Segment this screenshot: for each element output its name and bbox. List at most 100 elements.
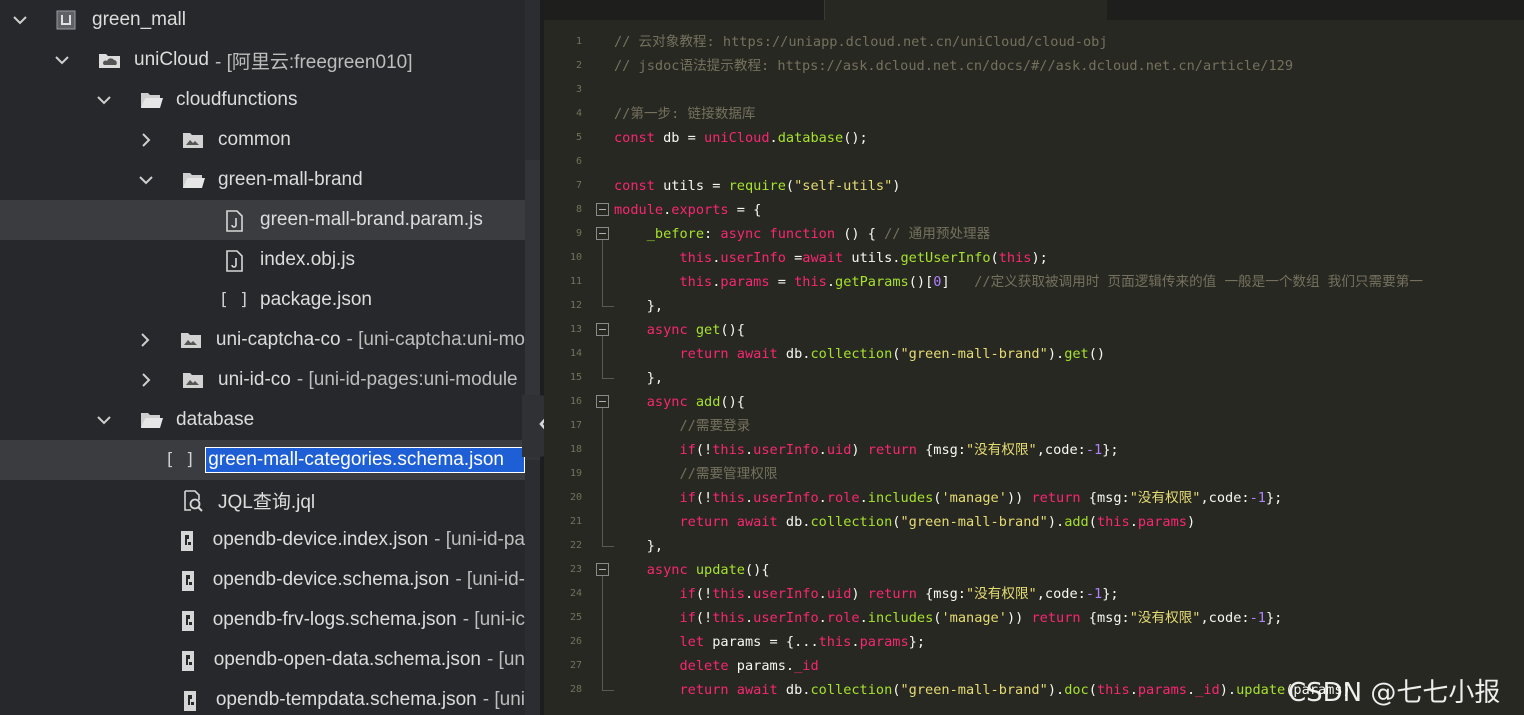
code-line[interactable]: //需要管理权限 <box>614 462 1524 486</box>
code-token: this <box>712 586 745 602</box>
code-token: // jsdoc语法提示教程: https://ask.dcloud.net.c… <box>614 58 1294 74</box>
editor-tab-active[interactable] <box>825 0 1107 20</box>
code-token: //需要登录 <box>679 418 751 434</box>
code-token: . <box>851 634 860 650</box>
tree-item[interactable]: green-mall-brand.param.js <box>0 200 525 240</box>
tree-item[interactable]: common <box>0 120 525 160</box>
tree-item-label: green_mall <box>92 9 186 30</box>
fold-guide <box>602 408 603 546</box>
tree-item[interactable]: [ ] green-mall-categories.schema.json <box>0 440 525 480</box>
tree-item[interactable]: JQL查询.jql <box>0 480 525 520</box>
tree-item-suffix: - [uni-ic <box>462 609 525 630</box>
code-token: (! <box>695 610 713 626</box>
code-token: return <box>679 682 729 698</box>
code-line[interactable] <box>614 150 1524 174</box>
tree-item[interactable]: uniCloud - [阿里云:freegreen010] <box>0 40 525 80</box>
fold-toggle-icon[interactable] <box>596 323 609 336</box>
code-token: ( <box>1088 514 1097 530</box>
code-line[interactable]: const db = uniCloud.database(); <box>614 126 1524 150</box>
tree-item-suffix: - [uni-captcha:uni-mo <box>346 329 525 350</box>
code-token: . <box>1129 682 1138 698</box>
tree-item[interactable]: cloudfunctions <box>0 80 525 120</box>
code-line[interactable]: _before: async function () { // 通用预处理器 <box>614 222 1524 246</box>
code-line[interactable]: this.userInfo =await utils.getUserInfo(t… <box>614 246 1524 270</box>
chevron-right-icon[interactable] <box>133 332 157 348</box>
chevron-down-icon[interactable] <box>92 94 116 106</box>
code-token: this <box>818 634 852 650</box>
line-number: 8 <box>575 204 582 215</box>
code-line[interactable]: }, <box>614 534 1524 558</box>
tree-item[interactable]: opendb-device.index.json - [uni-id-pa <box>0 520 525 560</box>
tree-item[interactable]: database <box>0 400 525 440</box>
code-line[interactable]: return await db.collection("green-mall-b… <box>614 510 1524 534</box>
tree-item[interactable]: opendb-tempdata.schema.json - [uni <box>0 680 525 715</box>
code-token: db = <box>654 130 705 146</box>
code-token: return <box>1031 610 1081 626</box>
tree-item[interactable]: uni-captcha-co - [uni-captcha:uni-mo <box>0 320 525 360</box>
code-line[interactable]: if(!this.userInfo.uid) return {msg:"没有权限… <box>614 582 1524 606</box>
code-token: ); <box>1031 250 1048 266</box>
chevron-down-icon[interactable] <box>92 414 116 426</box>
schema-file-icon <box>172 570 203 591</box>
code-token: params <box>859 634 909 650</box>
fold-toggle-icon[interactable] <box>596 227 609 240</box>
code-token: (); <box>843 130 868 146</box>
code-line[interactable]: let params = {...this.params}; <box>614 630 1524 654</box>
tree-item[interactable]: opendb-device.schema.json - [uni-id- <box>0 560 525 600</box>
tree-item[interactable]: uni-id-co - [uni-id-pages:uni-module <box>0 360 525 400</box>
code-area[interactable]: // 云对象教程: https://uniapp.dcloud.net.cn/u… <box>614 20 1524 715</box>
tree-item-label: uni-captcha-co <box>215 329 341 350</box>
fold-guide <box>602 336 603 378</box>
tree-item[interactable]: green_mall <box>0 0 525 40</box>
fold-toggle-icon[interactable] <box>596 563 609 576</box>
tree-item[interactable]: opendb-frv-logs.schema.json - [uni-ic <box>0 600 525 640</box>
fold-toggle-icon[interactable] <box>596 203 609 216</box>
chevron-down-icon[interactable] <box>8 14 32 26</box>
code-token: -1 <box>1085 442 1103 458</box>
code-line[interactable]: //第一步: 链接数据库 <box>614 102 1524 126</box>
code-line[interactable] <box>614 78 1524 102</box>
code-token: }; <box>1102 586 1119 602</box>
tree-item-label: opendb-open-data.schema.json <box>213 649 481 670</box>
code-token: (){ <box>720 394 745 410</box>
code-token: 'manage' <box>941 490 1007 506</box>
code-line[interactable]: module.exports = { <box>614 198 1524 222</box>
code-token: update <box>695 562 745 578</box>
chevron-down-icon[interactable] <box>134 174 158 186</box>
code-line[interactable]: async update(){ <box>614 558 1524 582</box>
code-token: update <box>1236 682 1286 698</box>
code-line[interactable]: if(!this.userInfo.role.includes('manage'… <box>614 606 1524 630</box>
code-token: params <box>1137 514 1187 530</box>
code-line[interactable]: }, <box>614 294 1524 318</box>
code-line[interactable]: const utils = require("self-utils") <box>614 174 1524 198</box>
code-line[interactable]: async get(){ <box>614 318 1524 342</box>
chevron-right-icon[interactable] <box>134 372 158 388</box>
chevron-right-icon[interactable] <box>134 132 158 148</box>
tree-item[interactable]: [ ] package.json <box>0 280 525 320</box>
tree-item[interactable]: index.obj.js <box>0 240 525 280</box>
code-token: "self-utils" <box>794 178 893 194</box>
code-line[interactable]: }, <box>614 366 1524 390</box>
code-line[interactable]: async add(){ <box>614 390 1524 414</box>
chevron-down-icon[interactable] <box>50 54 74 66</box>
code-token: await <box>802 250 844 266</box>
tree-item[interactable]: green-mall-brand <box>0 160 525 200</box>
code-line[interactable]: this.params = this.getParams()[0] //定义获取… <box>614 270 1524 294</box>
code-line[interactable]: if(!this.userInfo.uid) return {msg:"没有权限… <box>614 438 1524 462</box>
code-line[interactable]: // 云对象教程: https://uniapp.dcloud.net.cn/u… <box>614 30 1524 54</box>
rename-input[interactable]: green-mall-categories.schema.json <box>205 447 525 473</box>
code-token: //需要管理权限 <box>679 466 778 482</box>
line-number: 18 <box>569 444 582 455</box>
code-line[interactable]: //需要登录 <box>614 414 1524 438</box>
tree-item-label: database <box>176 409 255 430</box>
tree-item[interactable]: opendb-open-data.schema.json - [un <box>0 640 525 680</box>
folder-icon <box>174 330 206 350</box>
fold-toggle-icon[interactable] <box>596 395 609 408</box>
code-line[interactable]: if(!this.userInfo.role.includes('manage'… <box>614 486 1524 510</box>
line-number: 25 <box>569 612 582 623</box>
code-line[interactable]: return await db.collection("green-mall-b… <box>614 342 1524 366</box>
code-line[interactable]: // jsdoc语法提示教程: https://ask.dcloud.net.c… <box>614 54 1524 78</box>
